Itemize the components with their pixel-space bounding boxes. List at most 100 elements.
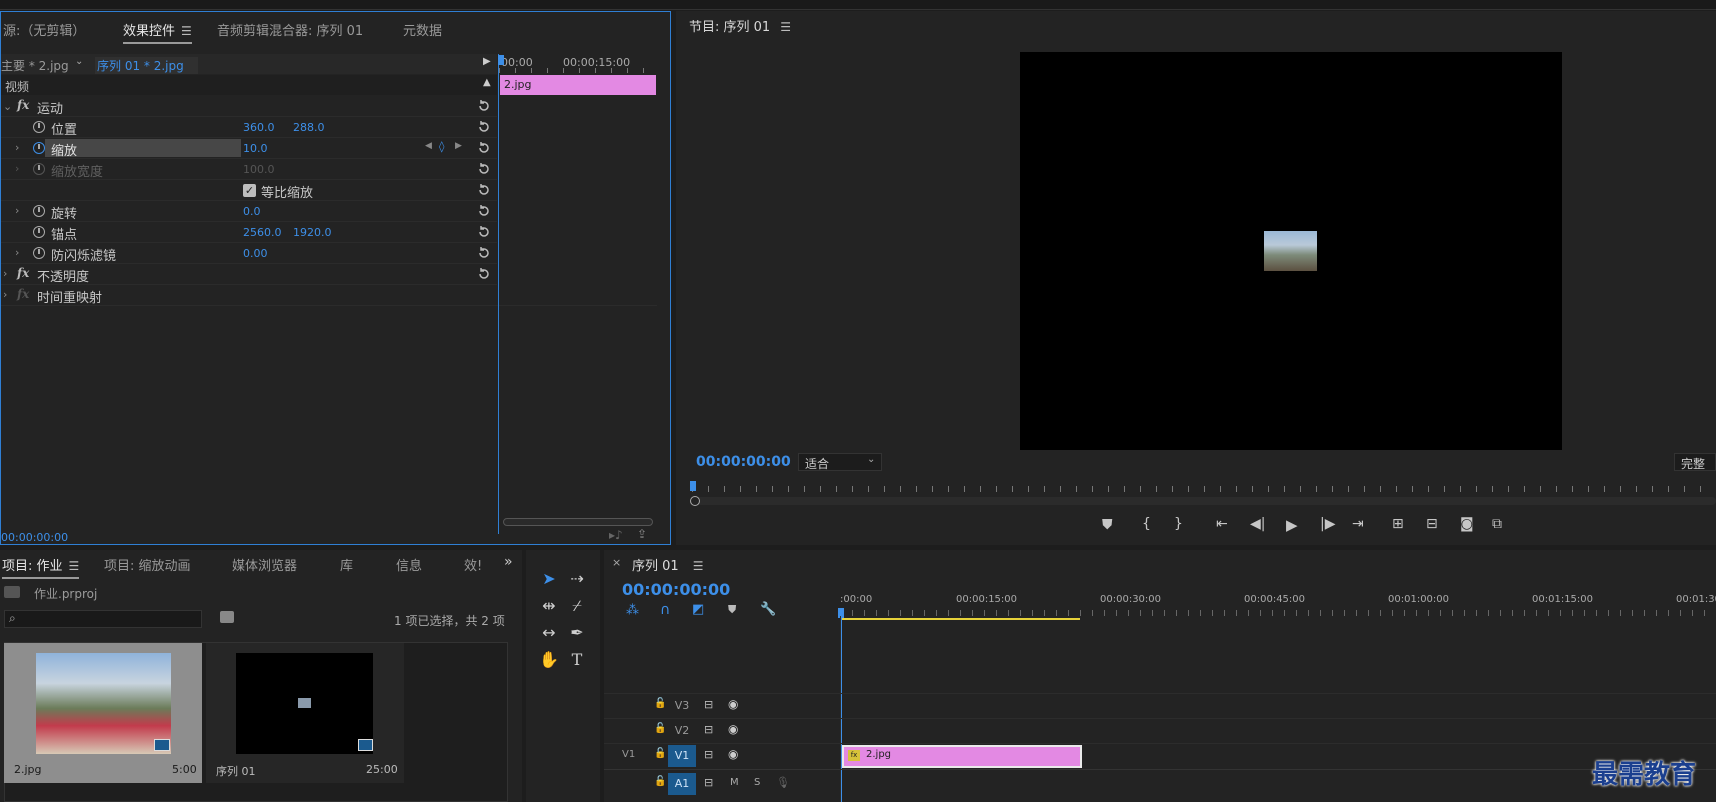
slip-tool-icon[interactable]: ↔ (538, 622, 560, 644)
sync-lock-icon[interactable]: ⊟ (704, 723, 713, 736)
reset-icon[interactable] (477, 204, 491, 218)
snap-icon[interactable]: ∩ (660, 602, 670, 618)
panel-menu-icon[interactable]: ☰ (780, 20, 791, 34)
tab-effects[interactable]: 效! (464, 555, 482, 574)
tab-effect-controls[interactable]: 效果控件 ☰ (123, 20, 192, 44)
reset-icon[interactable] (477, 141, 491, 155)
stopwatch-icon[interactable] (33, 205, 45, 217)
sync-lock-icon[interactable]: ⊟ (704, 748, 713, 761)
prop-value-y[interactable]: 1920.0 (293, 226, 332, 239)
mute-button[interactable]: M (730, 777, 739, 788)
effect-playhead[interactable] (498, 55, 504, 65)
track-target[interactable]: A1 (668, 773, 696, 795)
add-keyframe-icon[interactable]: ◊ (439, 140, 444, 153)
chevron-down-icon[interactable]: ⌄ (75, 56, 83, 67)
sequence-clip-label[interactable]: 序列 01 * 2.jpg (95, 57, 198, 74)
timeline-clip[interactable]: fx 2.jpg (842, 745, 1082, 768)
prop-value-y[interactable]: 288.0 (293, 121, 325, 134)
fit-dropdown[interactable]: 适合 ⌄ (798, 453, 882, 471)
twisty-closed-icon[interactable]: › (3, 267, 7, 280)
prop-value[interactable]: 10.0 (243, 142, 268, 155)
lift-icon[interactable]: ⊞ (1392, 516, 1404, 532)
comparison-view-icon[interactable]: ⧉ (1492, 516, 1502, 532)
program-scroll-bar[interactable] (690, 496, 1716, 506)
effect-timecode[interactable]: 00:00:00:00 (1, 531, 68, 544)
twisty-closed-icon[interactable]: › (15, 141, 19, 154)
tab-info[interactable]: 信息 (396, 555, 422, 574)
add-marker-icon[interactable]: ⛊ (728, 603, 736, 617)
program-monitor-title[interactable]: 节目: 序列 01 ☰ (689, 16, 791, 35)
export-frame-icon[interactable]: ◙ (1460, 516, 1474, 532)
track-target[interactable]: V2 (668, 720, 696, 742)
next-keyframe-icon[interactable]: ▶ (455, 141, 462, 151)
stopwatch-icon[interactable] (33, 121, 45, 133)
new-bin-from-search-icon[interactable] (220, 611, 234, 623)
ripple-edit-tool-icon[interactable]: ⇹ (538, 595, 560, 617)
more-tabs-icon[interactable]: » (504, 554, 513, 570)
uniform-scale-checkbox[interactable]: ✓ (243, 184, 256, 197)
razor-tool-icon[interactable]: ⌿ (566, 595, 588, 617)
master-clip-label[interactable]: 主要 * 2.jpg (1, 57, 69, 74)
tab-source[interactable]: 源:（无剪辑） (3, 20, 85, 39)
play-only-icon[interactable]: ▶ (483, 56, 491, 67)
timeline-ruler[interactable]: :00:00 00:00:15:00 00:00:30:00 00:00:45:… (838, 590, 1716, 624)
wrench-icon[interactable]: 🔧 (760, 602, 776, 617)
export-icon[interactable]: ⇪ (637, 527, 647, 541)
tab-project-homework[interactable]: 项目: 作业 ☰ (2, 555, 80, 579)
panel-menu-icon[interactable]: ☰ (693, 559, 704, 573)
search-input[interactable]: ⌕ (4, 610, 202, 628)
filter-icon[interactable]: ▸♪ (609, 528, 623, 542)
eye-icon[interactable]: ◉ (728, 697, 738, 711)
prop-value[interactable]: 0.0 (243, 205, 261, 218)
effect-clip-bar[interactable]: 2.jpg (500, 75, 656, 95)
sync-lock-icon[interactable]: ⊟ (704, 776, 713, 789)
eye-icon[interactable]: ◉ (728, 747, 738, 761)
reset-icon[interactable] (477, 267, 491, 281)
effect-scroll-bar[interactable] (503, 518, 653, 526)
source-patch[interactable]: V1 (622, 749, 635, 760)
program-video-frame[interactable] (1020, 52, 1562, 450)
step-back-icon[interactable]: ◀| (1250, 516, 1265, 532)
add-marker-icon[interactable]: ⛊ (1102, 517, 1113, 533)
extract-icon[interactable]: ⊟ (1426, 516, 1438, 532)
pen-tool-icon[interactable]: ✒ (566, 622, 588, 644)
lock-icon[interactable]: 🔓 (654, 748, 666, 759)
reset-icon[interactable] (477, 120, 491, 134)
nest-icon[interactable]: ⁂ (626, 603, 639, 618)
tab-libraries[interactable]: 库 (340, 555, 353, 574)
linked-selection-icon[interactable]: ◩ (692, 602, 704, 617)
tab-project-zoom[interactable]: 项目: 缩放动画 (104, 555, 191, 574)
panel-menu-icon[interactable]: ☰ (181, 24, 192, 38)
step-forward-icon[interactable]: |▶ (1320, 516, 1335, 532)
twisty-closed-icon[interactable]: › (3, 288, 7, 301)
track-target[interactable]: V3 (668, 695, 696, 717)
type-tool-icon[interactable]: T (566, 649, 588, 671)
timeline-timecode[interactable]: 00:00:00:00 (622, 580, 730, 599)
track-target[interactable]: V1 (668, 745, 696, 767)
close-tab-icon[interactable]: × (612, 556, 621, 569)
twisty-closed-icon[interactable]: › (15, 246, 19, 259)
timeline-tab[interactable]: 序列 01 ☰ (632, 555, 703, 574)
sync-lock-icon[interactable]: ⊟ (704, 698, 713, 711)
lock-icon[interactable]: 🔓 (654, 698, 666, 709)
prop-value-x[interactable]: 360.0 (243, 121, 275, 134)
prop-value[interactable]: 0.00 (243, 247, 268, 260)
go-to-out-icon[interactable]: ⇥ (1352, 516, 1364, 532)
hand-tool-icon[interactable]: ✋ (538, 649, 560, 671)
tab-audio-mixer[interactable]: 音频剪辑混合器: 序列 01 (217, 20, 363, 39)
twisty-closed-icon[interactable]: › (15, 204, 19, 217)
go-to-in-icon[interactable]: ⇤ (1216, 516, 1228, 532)
prev-keyframe-icon[interactable]: ◀ (425, 141, 432, 151)
stopwatch-icon[interactable] (33, 247, 45, 259)
work-area-bar[interactable] (840, 618, 1080, 620)
collapse-up-icon[interactable]: ▲ (483, 77, 491, 88)
lock-icon[interactable]: 🔓 (654, 776, 666, 787)
fx-icon[interactable]: fx (17, 98, 29, 112)
mark-out-icon[interactable]: } (1174, 516, 1183, 532)
quality-dropdown[interactable]: 完整 (1674, 453, 1716, 471)
twisty-open-icon[interactable]: ⌄ (3, 100, 12, 113)
tab-metadata[interactable]: 元数据 (403, 20, 442, 39)
project-item-image[interactable]: 2.jpg 5:00 (4, 643, 202, 783)
tab-media-browser[interactable]: 媒体浏览器 (232, 555, 297, 574)
reset-icon[interactable] (477, 99, 491, 113)
